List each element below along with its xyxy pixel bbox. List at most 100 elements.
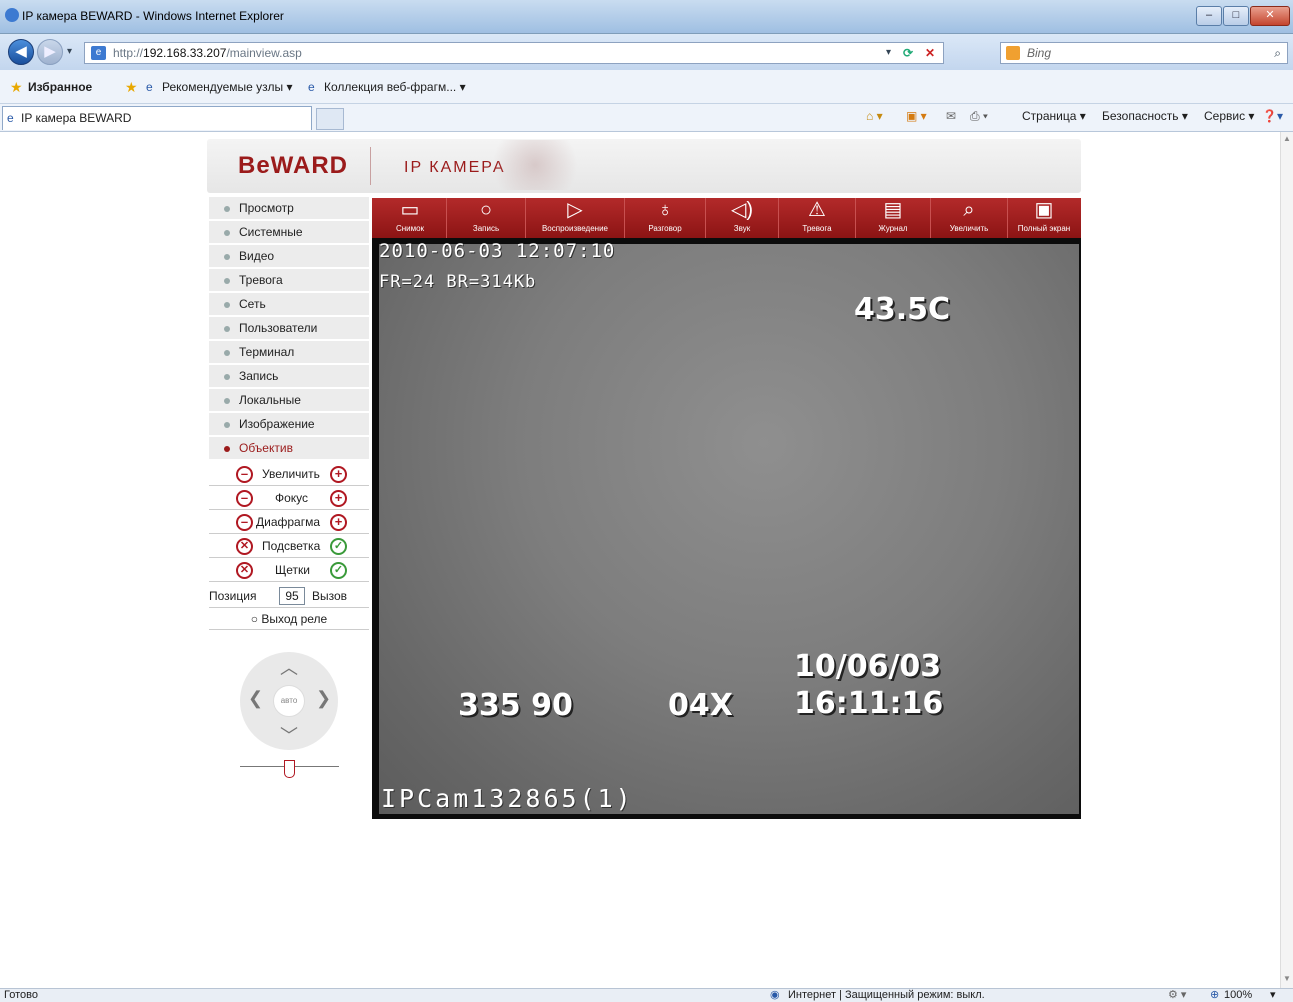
wiper-on-icon[interactable]: ✓ (330, 562, 347, 579)
forward-button[interactable]: ▶ (37, 39, 63, 65)
mail-icon[interactable]: ✉ (946, 109, 956, 123)
beward-logo: BeWARD (238, 152, 349, 179)
record-icon: ○ (479, 199, 493, 221)
recommended-sites-link[interactable]: Рекомендуемые узлы ▾ (162, 80, 293, 94)
pan-up-icon[interactable]: ︿ (280, 654, 298, 680)
iris-plus-icon[interactable]: + (330, 514, 347, 531)
menu-item-system[interactable]: Системные (209, 221, 369, 244)
tab-ip-camera[interactable]: e IP камера BEWARD (2, 106, 312, 130)
radio-icon[interactable]: ○ (251, 612, 258, 626)
focus-label: Фокус (275, 491, 309, 505)
fullscreen-button[interactable]: ▣ Полный экран (1008, 198, 1080, 238)
tools-menu[interactable]: Сервис ▾ (1204, 109, 1254, 123)
menu-item-video[interactable]: Видео (209, 245, 369, 268)
menu-label: Видео (239, 249, 275, 263)
talk-button[interactable]: ♁ Разговор (625, 198, 705, 238)
print-icon[interactable]: ⎙ ▾ (970, 109, 988, 124)
menu-label: Объектив (239, 441, 293, 455)
alarm-button[interactable]: ⚠ Тревога (779, 198, 855, 238)
security-menu[interactable]: Безопасность ▾ (1102, 109, 1188, 123)
playback-label: Воспроизведение (541, 224, 609, 233)
internet-zone-icon: ◉ (770, 989, 780, 1001)
osd-pan-tilt: 335 90 (458, 688, 573, 723)
back-button[interactable]: ◀ (8, 39, 34, 65)
new-tab-button[interactable] (316, 108, 344, 130)
zoom-dropdown-icon[interactable]: ▾ (1270, 989, 1276, 1002)
zoom-out-icon[interactable]: – (236, 466, 253, 483)
backlight-on-icon[interactable]: ✓ (330, 538, 347, 555)
relay-output[interactable]: ○ Выход реле (209, 608, 369, 630)
menu-item-users[interactable]: Пользователи (209, 317, 369, 340)
menu-item-terminal[interactable]: Терминал (209, 341, 369, 364)
preset-call-button[interactable]: Вызов (312, 585, 347, 607)
snapshot-button[interactable]: ▭ Снимок (374, 198, 446, 238)
menu-item-alarm[interactable]: Тревога (209, 269, 369, 292)
preset-label: Позиция (209, 589, 257, 603)
header-divider (370, 147, 371, 185)
wiper-off-icon[interactable]: ✕ (236, 562, 253, 579)
preset-position-input[interactable]: 95 (279, 587, 305, 605)
zoom-level-icon[interactable]: ⊕ (1210, 989, 1219, 1002)
menu-item-view[interactable]: Просмотр (209, 197, 369, 220)
search-icon[interactable]: ⌕ (1274, 43, 1281, 63)
osd-stats: FR=24 BR=314Kb (379, 272, 537, 292)
ptz-auto-button[interactable]: авто (273, 685, 305, 717)
feeds-icon[interactable]: ▣ ▾ (906, 109, 927, 123)
pan-left-icon[interactable]: ❮ (248, 688, 263, 709)
speed-slider-handle[interactable] (284, 760, 295, 778)
menu-item-network[interactable]: Сеть (209, 293, 369, 316)
backlight-off-icon[interactable]: ✕ (236, 538, 253, 555)
address-bar[interactable]: e http://192.168.33.207/mainview.asp ▾ ⟳… (84, 42, 944, 64)
menu-item-record[interactable]: Запись (209, 365, 369, 388)
protected-mode-icon[interactable]: ⚙ ▾ (1168, 989, 1186, 1002)
search-box[interactable]: Bing ⌕ (1000, 42, 1288, 64)
menu-item-image[interactable]: Изображение (209, 413, 369, 436)
scroll-down-icon[interactable]: ▼ (1283, 974, 1291, 983)
star-icon: ★ (10, 79, 23, 95)
zoom-in-icon[interactable]: + (330, 466, 347, 483)
favorites-button[interactable]: Избранное (28, 80, 92, 94)
window-title: IP камера BEWARD - Windows Internet Expl… (22, 9, 284, 23)
address-dropdown-icon[interactable]: ▾ (886, 43, 891, 63)
alarm-label: Тревога (802, 224, 832, 233)
focus-plus-icon[interactable]: + (330, 490, 347, 507)
page-menu[interactable]: Страница ▾ (1022, 109, 1086, 123)
zoom-level[interactable]: 100% (1224, 989, 1252, 1002)
add-favorite-icon[interactable]: ★ (125, 79, 138, 96)
web-slice-gallery-link[interactable]: Коллекция веб-фрагм... ▾ (324, 80, 466, 94)
refresh-icon[interactable]: ⟳ (903, 43, 913, 63)
osd-time: 16:11:16 (794, 686, 944, 721)
stop-icon[interactable]: ✕ (925, 43, 935, 63)
menu-item-local[interactable]: Локальные (209, 389, 369, 412)
scroll-up-icon[interactable]: ▲ (1283, 134, 1291, 143)
osd-date: 10/06/03 (794, 649, 942, 684)
url-path: /mainview.asp (226, 46, 302, 60)
vertical-scrollbar[interactable]: ▲ ▼ (1280, 132, 1293, 988)
zoom-label: Увеличить (949, 224, 989, 233)
iris-minus-icon[interactable]: – (236, 514, 253, 531)
playback-button[interactable]: ▷ Воспроизведение (526, 198, 624, 238)
backlight-label: Подсветка (262, 539, 321, 553)
record-button[interactable]: ○ Запись (447, 198, 525, 238)
bullet-icon (224, 374, 230, 380)
osd-camera-name: IPCam132865(1) (381, 784, 634, 813)
sound-button[interactable]: ◁) Звук (706, 198, 778, 238)
menu-item-lens[interactable]: Объектив (209, 437, 369, 460)
minimize-button[interactable]: – (1196, 6, 1222, 26)
maximize-button[interactable]: □ (1223, 6, 1249, 26)
zoom-button[interactable]: ⌕ Увеличить (931, 198, 1007, 238)
log-button[interactable]: ▤ Журнал (856, 198, 930, 238)
menu-label: Запись (239, 369, 279, 383)
security-zone[interactable]: Интернет | Защищенный режим: выкл. (788, 989, 985, 1002)
pan-down-icon[interactable]: ﹀ (280, 722, 298, 748)
home-icon[interactable]: ⌂ ▾ (866, 109, 883, 123)
close-button[interactable]: ✕ (1250, 6, 1290, 26)
zoom-icon: ⌕ (963, 199, 975, 221)
alarm-icon: ⚠ (808, 199, 826, 221)
bullet-icon (224, 230, 230, 236)
pan-right-icon[interactable]: ❯ (316, 688, 331, 709)
focus-minus-icon[interactable]: – (236, 490, 253, 507)
history-dropdown-icon[interactable]: ▾ (67, 46, 72, 57)
help-icon[interactable]: ❓▾ (1262, 109, 1283, 123)
menu-label: Тревога (239, 273, 283, 287)
